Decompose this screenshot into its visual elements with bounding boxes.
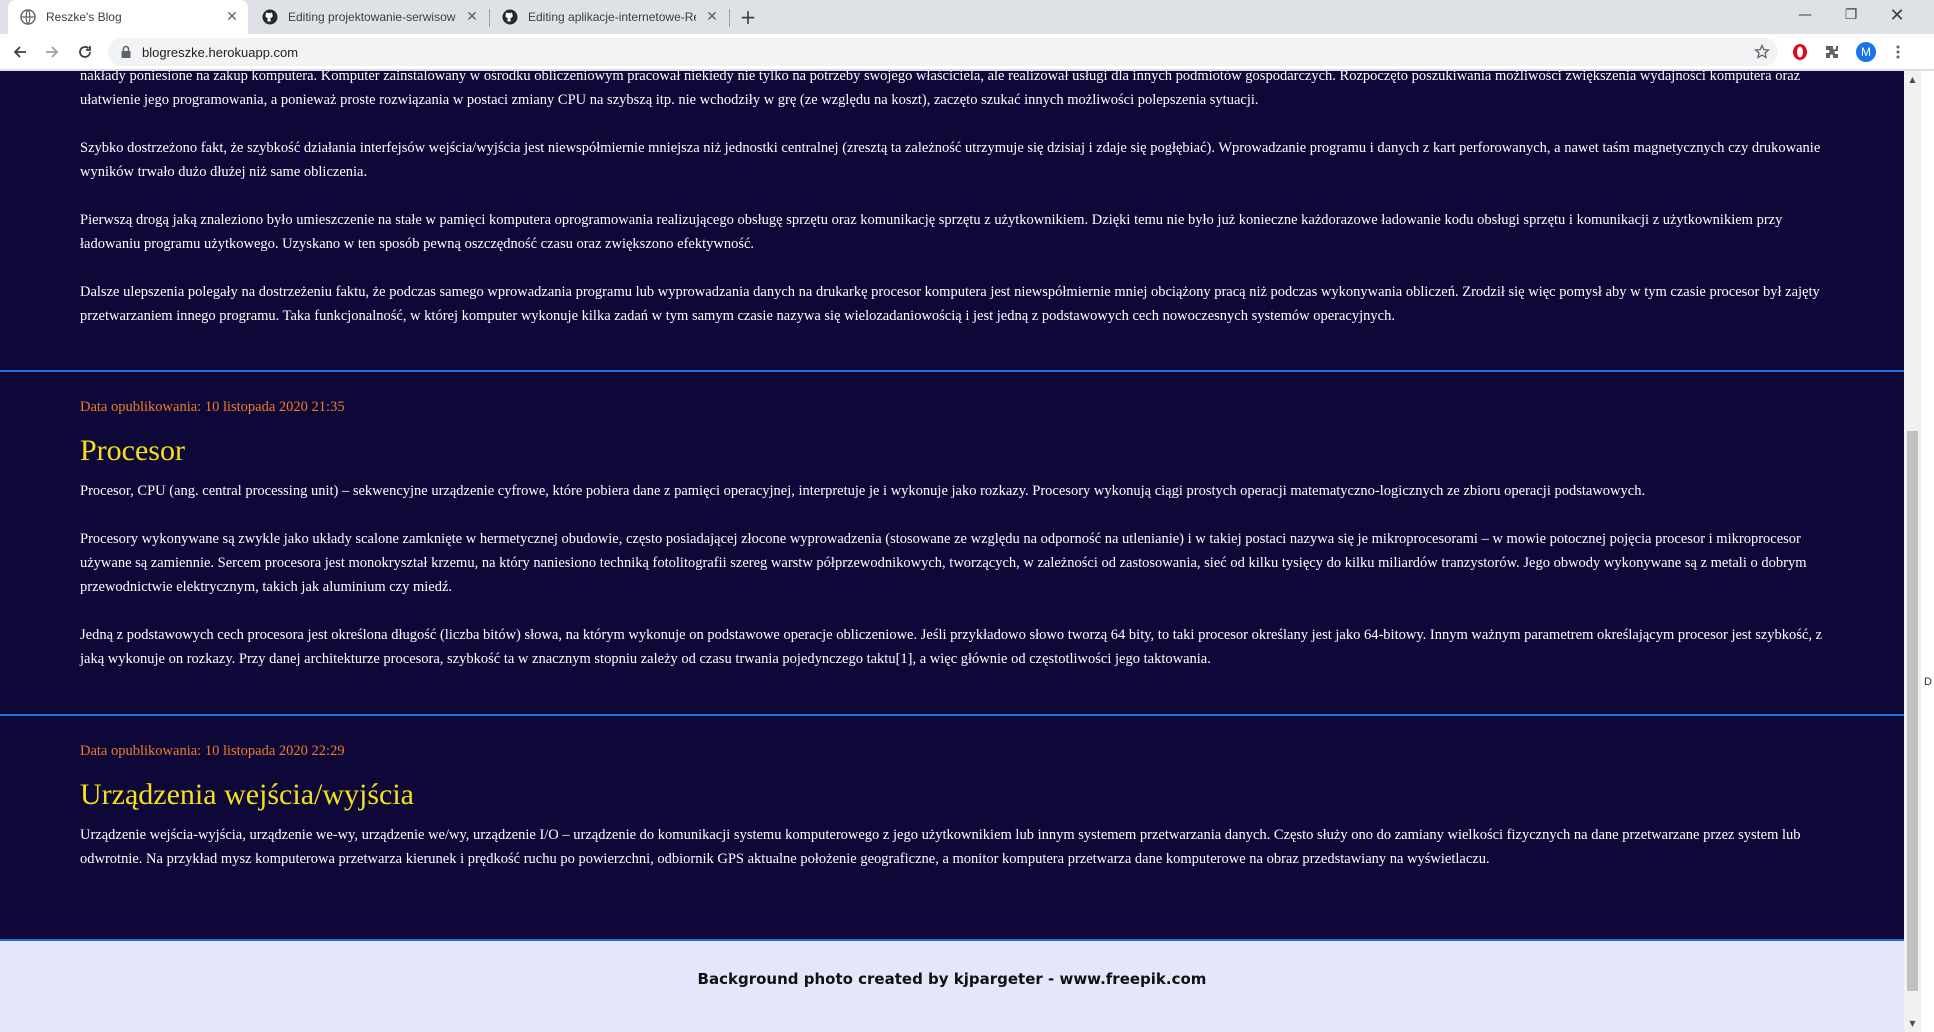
close-icon[interactable]: ✕	[224, 9, 240, 25]
tab-title: Editing projektowanie-serwisow-	[288, 10, 456, 24]
tab-editing-aplikacje[interactable]: Editing aplikacje-internetowe-Re ✕	[490, 0, 728, 34]
new-tab-button[interactable]: +	[736, 5, 760, 29]
post-paragraph: nakłady poniesione na zakup komputera. K…	[80, 71, 1801, 108]
scrollbar-thumb[interactable]	[1907, 431, 1918, 991]
post-paragraph: Procesory wykonywane są zwykle jako ukła…	[80, 531, 1807, 595]
edge-letter: D	[1924, 676, 1932, 688]
post-paragraph: Jedną z podstawowych cech procesora jest…	[80, 627, 1823, 667]
tab-title: Reszke's Blog	[46, 10, 122, 24]
post-title: Urządzenia wejścia/wyjścia	[80, 778, 414, 811]
post-procesor: Data opublikowania: 10 listopada 2020 21…	[0, 397, 1904, 671]
close-icon[interactable]: ✕	[704, 9, 720, 25]
lock-icon	[118, 44, 134, 60]
star-icon[interactable]	[1752, 42, 1772, 62]
footer-credit: Background photo created by kjpargeter -…	[697, 969, 1207, 988]
github-icon	[262, 9, 278, 25]
post-divider	[0, 370, 1904, 372]
url-text: blogreszke.herokuapp.com	[142, 44, 299, 60]
post-intro-continued: nakłady poniesione na zakup komputera. K…	[0, 71, 1904, 328]
menu-icon[interactable]	[1888, 42, 1908, 62]
post-divider	[0, 714, 1904, 716]
profile-avatar[interactable]: M	[1856, 42, 1876, 62]
extensions-icon[interactable]	[1822, 42, 1842, 62]
post-paragraph: Szybko dostrzeżono fakt, że szybkość dzi…	[80, 140, 1821, 180]
close-icon[interactable]: ✕	[464, 9, 480, 25]
page-footer: Background photo created by kjpargeter -…	[0, 941, 1904, 1032]
close-window-icon[interactable]: ✕	[1874, 0, 1920, 30]
page-scrollbar[interactable]: ▲ ▼	[1904, 71, 1921, 1032]
address-bar[interactable]: blogreszke.herokuapp.com	[108, 38, 1778, 66]
minimize-icon[interactable]: —	[1782, 0, 1828, 30]
post-paragraph: Procesor, CPU (ang. central processing u…	[80, 483, 1646, 499]
post-paragraph: Dalsze ulepszenia polegały na dostrzeżen…	[80, 284, 1820, 324]
browser-toolbar: blogreszke.herokuapp.com M	[0, 34, 1934, 70]
globe-icon	[20, 9, 36, 25]
maximize-icon[interactable]: ❐	[1828, 0, 1874, 30]
post-date: Data opublikowania: 10 listopada 2020 21…	[80, 399, 345, 415]
opera-extension-icon[interactable]	[1790, 42, 1810, 62]
post-date: Data opublikowania: 10 listopada 2020 22…	[80, 743, 345, 759]
post-paragraph: Urządzenie wejścia-wyjścia, urządzenie w…	[80, 827, 1801, 867]
tab-editing-projektowanie[interactable]: Editing projektowanie-serwisow- ✕	[250, 0, 488, 34]
scroll-up-icon[interactable]: ▲	[1904, 71, 1921, 88]
post-paragraph: Pierwszą drogą jaką znaleziono było umie…	[80, 212, 1783, 252]
forward-icon[interactable]	[40, 40, 64, 64]
post-urzadzenia: Data opublikowania: 10 listopada 2020 22…	[0, 741, 1904, 871]
edge-strip: D	[1921, 71, 1934, 1032]
tab-strip: Reszke's Blog ✕ Editing projektowanie-se…	[0, 0, 1934, 34]
post-title: Procesor	[80, 434, 185, 467]
reload-icon[interactable]	[73, 40, 97, 64]
tab-reszkes-blog[interactable]: Reszke's Blog ✕	[8, 0, 248, 34]
tab-title: Editing aplikacje-internetowe-Re	[528, 10, 696, 24]
page-viewport: nakłady poniesione na zakup komputera. K…	[0, 71, 1904, 1032]
scroll-down-icon[interactable]: ▼	[1904, 1015, 1921, 1032]
back-icon[interactable]	[8, 40, 32, 64]
github-icon	[502, 9, 518, 25]
